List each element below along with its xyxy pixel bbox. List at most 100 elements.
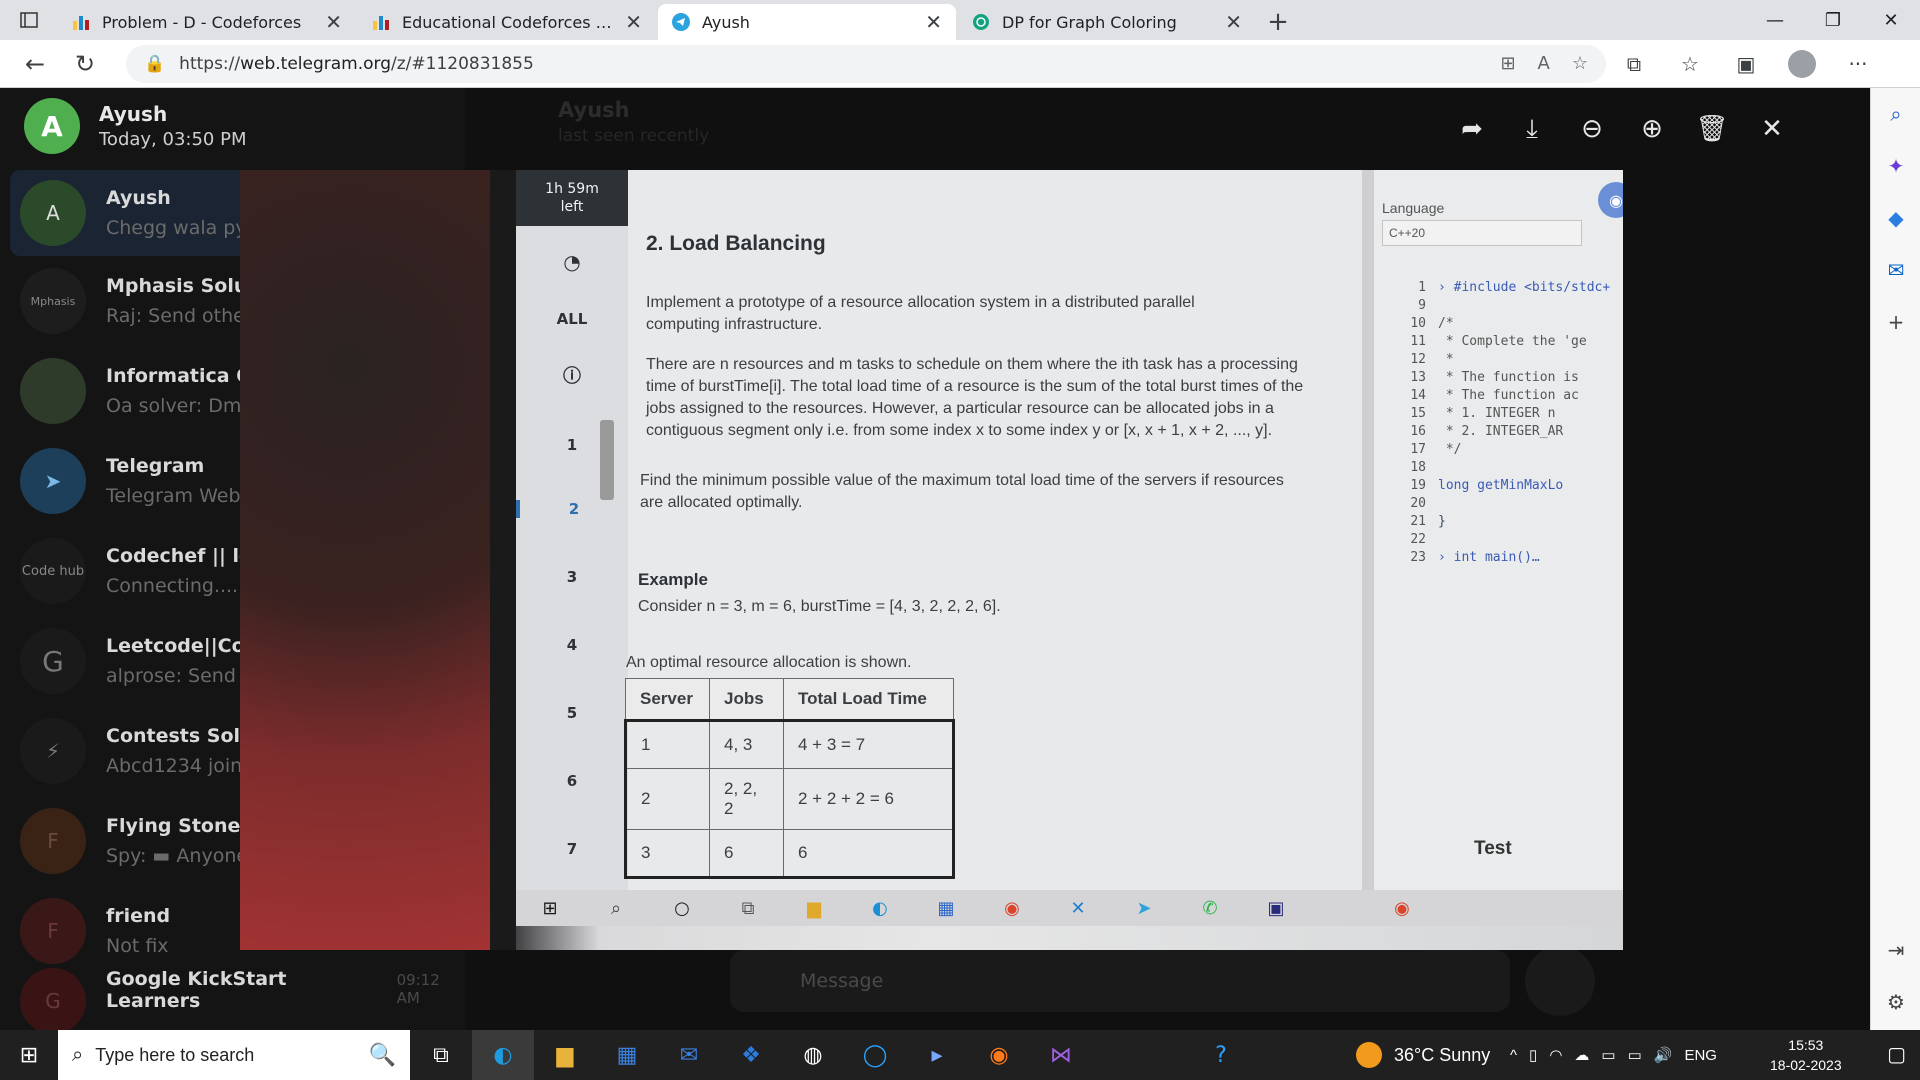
table-cell: 6	[709, 829, 784, 878]
nav-question: 4	[566, 636, 578, 654]
close-window-icon[interactable]: ✕	[1862, 0, 1920, 40]
cortana-icon[interactable]: ◯	[844, 1030, 906, 1080]
collections-icon[interactable]: ▣	[1718, 44, 1774, 84]
chat-avatar: Mphasis	[20, 268, 86, 334]
chat-preview: Not fix	[106, 935, 169, 957]
copilot-icon[interactable]: ✦	[1871, 140, 1920, 192]
notification-icon[interactable]: ▢	[1887, 1042, 1906, 1066]
forward-icon[interactable]: ➦	[1442, 104, 1502, 154]
visual-studio-icon[interactable]: ⋈	[1030, 1030, 1092, 1080]
github-icon[interactable]: ◍	[782, 1030, 844, 1080]
start-button[interactable]: ⊞	[0, 1030, 58, 1080]
table-cell: 3	[625, 829, 710, 878]
chat-preview: Telegram Web Z	[106, 485, 260, 507]
restore-icon[interactable]: ❐	[1804, 0, 1862, 40]
window-controls: — ❐ ✕	[1746, 0, 1920, 40]
intellij-icon: ▣	[1267, 897, 1285, 919]
body-text: There are n resources and m tasks to sch…	[646, 356, 1304, 439]
file-explorer-icon[interactable]: ▆	[534, 1030, 596, 1080]
table-cell: 2, 2, 2	[709, 768, 784, 830]
battery-icon[interactable]: ▭	[1628, 1046, 1642, 1064]
read-aloud-icon[interactable]: A	[1538, 53, 1550, 74]
table-row: 2 2, 2, 2 2 + 2 + 2 = 6	[625, 768, 954, 830]
vscode-icon: ✕	[1070, 897, 1086, 919]
close-tab-icon[interactable]: ✕	[625, 10, 642, 34]
add-favorite-icon[interactable]: ☆	[1572, 53, 1588, 74]
info-icon: ⓘ	[563, 366, 581, 387]
language-indicator[interactable]: ENG	[1684, 1047, 1717, 1064]
tab-actions-icon[interactable]	[0, 0, 58, 40]
close-tab-icon[interactable]: ✕	[925, 10, 942, 34]
display-icon[interactable]: ▭	[1601, 1046, 1615, 1064]
wifi-icon[interactable]: ◠	[1549, 1046, 1562, 1064]
chrome-active-icon: ◉	[1394, 897, 1410, 919]
nav-scrollbar	[600, 420, 614, 500]
close-tab-icon[interactable]: ✕	[1225, 10, 1242, 34]
dropbox-icon[interactable]: ❖	[720, 1030, 782, 1080]
tab-educational-round[interactable]: Educational Codeforces Round 1 ✕	[358, 4, 656, 40]
chat-avatar: ⚡	[20, 718, 86, 784]
clock[interactable]: 15:53 18-02-2023	[1770, 1035, 1842, 1075]
browser-tab-bar: Problem - D - Codeforces ✕ Educational C…	[0, 0, 1920, 40]
viewer-toolbar: ➦ ⤓ ⊖ ⊕ 🗑 ✕	[1442, 104, 1802, 154]
more-menu-icon[interactable]: ···	[1830, 44, 1886, 84]
task-view-icon[interactable]: ⧉	[410, 1030, 472, 1080]
firefox-icon[interactable]: ◉	[968, 1030, 1030, 1080]
minimize-icon[interactable]: —	[1746, 0, 1804, 40]
extensions-icon[interactable]: ⧉	[1606, 44, 1662, 84]
code-text: */	[1438, 442, 1462, 457]
mic-button[interactable]	[1525, 946, 1595, 1016]
nav-question: 6	[566, 772, 578, 790]
table-header: Total Load Time	[783, 678, 954, 721]
back-icon[interactable]: ←	[10, 44, 60, 84]
zoom-out-icon[interactable]: ⊖	[1562, 104, 1622, 154]
add-sidebar-app-icon[interactable]: +	[1871, 296, 1920, 348]
onedrive-icon[interactable]: ☁	[1574, 1046, 1589, 1064]
hide-sidebar-icon[interactable]: ⇥	[1871, 924, 1920, 976]
language-label: Language	[1382, 200, 1445, 216]
table-cell: 1	[625, 720, 710, 769]
edge-icon[interactable]: ◐	[472, 1030, 534, 1080]
refresh-icon[interactable]: ↻	[60, 44, 110, 84]
delete-icon[interactable]: 🗑	[1682, 104, 1742, 154]
weather-text: 36°C Sunny	[1394, 1044, 1491, 1065]
tab-telegram-ayush[interactable]: Ayush ✕	[658, 4, 956, 40]
favorites-icon[interactable]: ☆	[1662, 44, 1718, 84]
message-input[interactable]: Message	[730, 950, 1510, 1012]
profile-avatar[interactable]	[1788, 49, 1816, 78]
tab-codeforces-problem[interactable]: Problem - D - Codeforces ✕	[58, 4, 356, 40]
whatsapp-icon: ✆	[1202, 897, 1218, 919]
mail-icon[interactable]: ✉	[658, 1030, 720, 1080]
show-hidden-icons-icon[interactable]: ^	[1510, 1047, 1517, 1064]
download-icon[interactable]: ⤓	[1502, 104, 1562, 154]
settings-icon[interactable]: ⚙	[1871, 976, 1920, 1028]
search-icon[interactable]: ⌕	[1871, 88, 1920, 140]
store-icon: ▦	[937, 897, 955, 919]
language-select: C++20	[1382, 220, 1582, 246]
sender-avatar[interactable]: A	[24, 98, 80, 154]
office-icon[interactable]: ◆	[1871, 192, 1920, 244]
store-icon[interactable]: ▦	[596, 1030, 658, 1080]
app-available-icon[interactable]: ⊞	[1500, 53, 1515, 74]
code-text: *	[1438, 352, 1454, 367]
clock-icon: ◔	[563, 250, 581, 274]
code-text: }	[1438, 514, 1446, 529]
zoom-in-icon[interactable]: ⊕	[1622, 104, 1682, 154]
close-viewer-icon[interactable]: ✕	[1742, 104, 1802, 154]
close-tab-icon[interactable]: ✕	[325, 10, 342, 34]
chat-item[interactable]: G Google KickStart Learners 09:12 AM	[10, 968, 460, 1034]
power-automate-icon[interactable]: ▸	[906, 1030, 968, 1080]
volume-icon[interactable]: 🔊	[1654, 1046, 1673, 1064]
help-icon[interactable]: ?	[1190, 1030, 1252, 1080]
table-cell: 2 + 2 + 2 = 6	[783, 768, 954, 830]
taskbar-search[interactable]: ⌕ Type here to search 🔍	[58, 1030, 410, 1080]
tab-dp-graph-coloring[interactable]: DP for Graph Coloring ✕	[958, 4, 1256, 40]
device-icon[interactable]: ▯	[1529, 1046, 1537, 1064]
weather-widget[interactable]: 36°C Sunny	[1356, 1030, 1490, 1080]
question-nav: 1h 59m left ◔ ALL ⓘ 1 2 3 4 5 6 7	[516, 170, 628, 890]
media-photo[interactable]: 1h 59m left ◔ ALL ⓘ 1 2 3 4 5 6 7 2. Load…	[240, 170, 1623, 950]
outlook-icon[interactable]: ✉	[1871, 244, 1920, 296]
new-tab-button[interactable]: +	[1258, 4, 1298, 40]
address-bar: ← ↻ 🔒 https://web.telegram.org/z/#112083…	[0, 40, 1920, 88]
url-field[interactable]: 🔒 https://web.telegram.org/z/#1120831855…	[126, 44, 1606, 83]
